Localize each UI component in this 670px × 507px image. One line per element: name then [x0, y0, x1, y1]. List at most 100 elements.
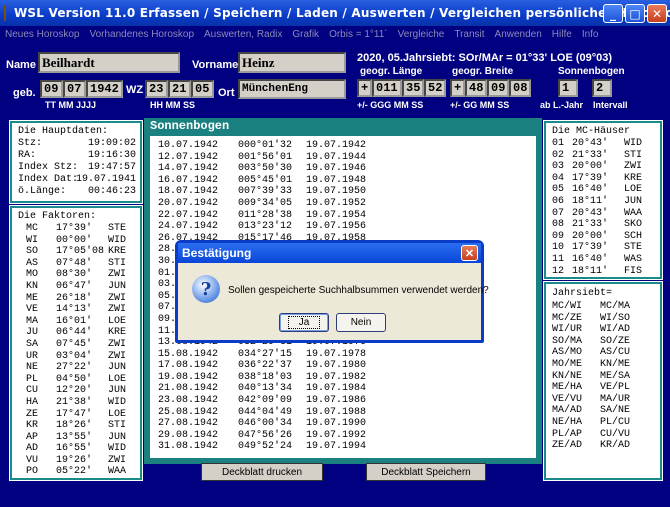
maximize-button[interactable]: □ [625, 4, 645, 23]
faktor-row-cell: 00°00' [56, 234, 93, 246]
hauptdaten-value: 19:16:30 [87, 150, 136, 161]
menu-item-6[interactable]: Transit [449, 29, 489, 40]
question-icon: ? [192, 275, 220, 303]
sonnenbogen-row: 24.07.1942 013°23'12 19.07.1956 [158, 221, 458, 233]
menu-item-7[interactable]: Anwenden [490, 29, 547, 40]
menu-item-2[interactable]: Auswerten, Radix [199, 29, 287, 40]
mc-haus-row: 02 21°33' STI [552, 150, 658, 162]
sonnenbogen-title: Sonnenbogen [150, 119, 230, 133]
sonnenbogen-row-cell: 049°52'24 [238, 441, 293, 453]
mc-haus-row-cell: 21°33' [572, 149, 609, 161]
sonnenbogen-row-cell: 19.07.1980 [306, 360, 367, 372]
faktor-row-cell: AD [26, 443, 39, 455]
dialog-close-button[interactable]: ✕ [461, 245, 478, 261]
faktor-row-cell: 06°47' [56, 280, 93, 292]
menu-item-5[interactable]: Vergleiche [393, 29, 450, 40]
day-field[interactable]: 09 [40, 80, 63, 98]
mc-haus-row-cell: WAS [624, 253, 643, 265]
breite-second-field[interactable]: 08 [509, 79, 531, 97]
jahrsiebt-row: MC/ZE WI/SO [552, 313, 658, 325]
minimize-button[interactable]: _ [603, 4, 623, 23]
name-field[interactable]: Beilhardt [38, 52, 180, 73]
jahrsiebt-row: MO/ME KN/ME [552, 359, 658, 371]
faktor-row-cell: JUN [108, 362, 127, 374]
faktor-row-cell: AP [26, 431, 39, 443]
laenge-second-field[interactable]: 52 [424, 79, 446, 97]
sonnenbogen-row-cell: 19.07.1990 [306, 418, 367, 430]
breite-sign-field[interactable]: + [450, 79, 465, 97]
ab-jahr-field[interactable]: 1 [558, 79, 578, 97]
yes-button[interactable]: Ja [279, 313, 329, 332]
sonnenbogen-row-cell: 19.07.1984 [306, 383, 367, 395]
faktor-row-cell: SO [26, 246, 39, 258]
sonnenbogen-row-cell: 19.07.1942 [306, 140, 367, 151]
sonnenbogen-row-cell: 19.08.1942 [158, 371, 219, 383]
ort-field[interactable]: MünchenEng [238, 79, 346, 99]
menu-item-0[interactable]: Neues Horoskop [0, 29, 84, 40]
month-field[interactable]: 07 [63, 80, 86, 98]
menu-item-9[interactable]: Info [577, 29, 604, 40]
mc-haus-row-cell: FIS [624, 265, 643, 277]
menu-item-3[interactable]: Grafik [287, 29, 324, 40]
laenge-label: geogr. Länge [360, 66, 423, 77]
sonnenbogen-row-cell: 22.07.1942 [158, 209, 219, 221]
sonnenbogen-row-cell: 000°01'32 [238, 140, 293, 151]
hauptdaten-value: 19:47:57 [87, 162, 136, 173]
faktor-row: HA 21°38' WID [26, 397, 136, 409]
faktor-row-cell: MA [26, 315, 39, 327]
sonnenbogen-row-cell: 047°56'26 [238, 429, 293, 441]
mc-haus-row-cell: SCH [624, 230, 643, 242]
faktor-row-cell: 26°18' [56, 292, 93, 304]
hauptdaten-panel: Die Hauptdaten: Stz: 19:09:02 RA: 19:16:30 I… [9, 120, 143, 204]
mc-haus-row-cell: 21°33' [572, 219, 609, 231]
sonnenbogen-row-cell: 005°45'01 [238, 174, 293, 186]
sonnenbogen-row-cell: 19.07.1956 [306, 221, 367, 233]
year-field[interactable]: 1942 [86, 80, 123, 98]
mc-haus-row-cell: ZWI [624, 161, 643, 173]
mc-haus-row-cell: 20°00' [572, 230, 609, 242]
sonnenbogen-row: 18.07.1942 007°39'33 19.07.1950 [158, 186, 458, 198]
deckblatt-drucken-button[interactable]: Deckblatt drucken [201, 463, 323, 481]
menu-item-4[interactable]: Orbis = 1°11´ [324, 29, 393, 40]
jahrsiebt-row: NE/HA PL/CU [552, 417, 658, 429]
sonnenbogen-row-cell: 12.07.1942 [158, 151, 219, 163]
menu-item-8[interactable]: Hilfe [547, 29, 577, 40]
intervall-field[interactable]: 2 [592, 79, 612, 97]
hauptdaten-key: Index Dat: [18, 174, 79, 185]
hauptdaten-key: Index Stz: [18, 162, 79, 173]
hour-field[interactable]: 23 [145, 80, 168, 98]
window-title: WSL Version 11.0 Erfassen / Speichern / … [14, 6, 670, 20]
jahrsiebt-row: MC/WI MC/MA [552, 301, 658, 313]
sonnenbogen-row-cell: 24.07.1942 [158, 221, 219, 233]
faktor-row-cell: 13°55' [56, 431, 93, 443]
mc-haeuser-panel: Die MC-Häuser 01 20°43' WID 02 21°33' STI 03 20… [543, 120, 663, 280]
laenge-degree-field[interactable]: 011 [372, 79, 402, 97]
faktor-row-cell: PL [26, 373, 39, 385]
mc-haus-row-cell: 16°40' [572, 184, 609, 196]
laenge-minute-field[interactable]: 35 [402, 79, 424, 97]
breite-minute-field[interactable]: 09 [487, 79, 509, 97]
minute-field[interactable]: 21 [168, 80, 191, 98]
sonnenbogen-row-cell: 001°56'01 [238, 151, 293, 163]
mc-haus-row: 08 21°33' SKO [552, 219, 658, 231]
jahrsiebt-row-cell: MC/ZE [552, 312, 583, 324]
breite-degree-field[interactable]: 48 [465, 79, 487, 97]
mc-haus-row-cell: 02 [552, 149, 565, 161]
hauptdaten-value: 19:09:02 [87, 138, 136, 149]
faktor-row-cell: STI [108, 257, 127, 269]
jahrsiebt-row-cell: ME/SA [600, 370, 631, 382]
menu-item-1[interactable]: Vorhandenes Horoskop [84, 29, 199, 40]
second-field[interactable]: 05 [191, 80, 214, 98]
deckblatt-speichern-button[interactable]: Deckblatt Speichern [366, 463, 486, 481]
sonnenbogen-row-cell: 036°22'37 [238, 360, 293, 372]
laenge-sign-field[interactable]: + [357, 79, 372, 97]
close-button[interactable]: ✕ [647, 4, 667, 23]
sonnenbogen-row-cell: 18.07.1942 [158, 186, 219, 198]
faktor-row: AS 07°48' STI [26, 258, 136, 270]
vorname-field[interactable]: Heinz [238, 52, 346, 73]
faktor-row-cell: ME [26, 292, 39, 304]
no-button[interactable]: Nein [336, 313, 386, 332]
faktor-row: AD 16°55' WID [26, 443, 136, 455]
faktor-row-cell: WAA [108, 466, 127, 478]
jahrsiebt-row: ME/HA VE/PL [552, 382, 658, 394]
